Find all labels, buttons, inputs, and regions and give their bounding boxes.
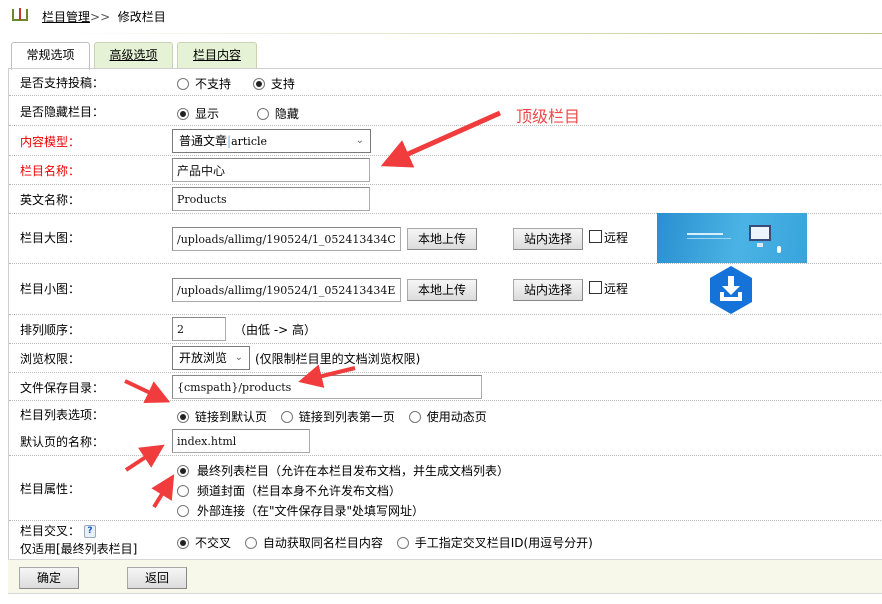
sort-order-hint: （由低 -> 高） [234, 323, 317, 337]
row-content-model: 内容模型： 普通文章|article ⌄ [9, 127, 882, 156]
default-page-input[interactable] [172, 429, 310, 453]
radio-hidden-hide[interactable]: 隐藏 [256, 105, 299, 122]
column-attr-label: 栏目属性： [20, 482, 81, 496]
list-option-label: 栏目列表选项： [20, 408, 105, 422]
large-image-remote-label: 远程 [604, 231, 629, 245]
browse-permission-select[interactable]: 开放浏览 ⌄ [172, 346, 250, 370]
sort-order-label: 排列顺序： [20, 323, 81, 337]
form-panel: 是否支持投稿： 不支持 支持 是否隐藏栏目： 显示 隐藏 内容模型： 普通文章|… [8, 68, 882, 594]
large-image-upload-button[interactable]: 本地上传 [407, 228, 477, 250]
header-divider [62, 33, 882, 34]
row-allow-submit: 是否支持投稿： 不支持 支持 [9, 69, 882, 96]
chevron-down-icon: ⌄ [234, 352, 243, 363]
large-image-preview [657, 213, 807, 263]
book-icon [12, 8, 28, 21]
browse-permission-label: 浏览权限： [20, 352, 81, 366]
small-image-remote-label: 远程 [604, 282, 629, 296]
column-name-label: 栏目名称： [20, 164, 81, 178]
form-footer: 确定 返回 [8, 559, 882, 594]
radio-allow-submit-yes[interactable]: 支持 [252, 75, 295, 92]
radio-allow-submit-no[interactable]: 不支持 [177, 75, 231, 92]
breadcrumb-separator: >> [90, 10, 111, 24]
english-name-input[interactable] [172, 187, 370, 211]
row-list-option: 栏目列表选项： 链接到默认页 链接到列表第一页 使用动态页 [9, 402, 882, 428]
content-model-label: 内容模型： [20, 135, 81, 149]
large-image-label: 栏目大图： [20, 231, 81, 245]
help-icon[interactable]: ? [84, 525, 97, 538]
row-browse-permission: 浏览权限： 开放浏览 ⌄ (仅限制栏目里的文档浏览权限) [9, 345, 882, 373]
breadcrumb: 栏目管理>> 修改栏目 [42, 10, 166, 24]
download-icon [710, 266, 752, 314]
browse-permission-hint: (仅限制栏目里的文档浏览权限) [255, 352, 421, 366]
cross-label: 栏目交叉：? [20, 524, 97, 538]
radio-hidden-show[interactable]: 显示 [177, 105, 219, 122]
radio-cross-none[interactable]: 不交叉 [177, 534, 231, 551]
sort-order-input[interactable] [172, 317, 226, 341]
breadcrumb-link-column-manage[interactable]: 栏目管理 [42, 10, 90, 24]
annotation-top-level-column: 顶级栏目 [516, 107, 581, 126]
large-image-select-button[interactable]: 站内选择 [513, 228, 583, 250]
breadcrumb-current: 修改栏目 [117, 10, 166, 24]
row-default-page: 默认页的名称： [9, 428, 882, 456]
large-image-path-input[interactable] [172, 227, 401, 251]
radio-list-dynamic-page[interactable]: 使用动态页 [408, 408, 487, 425]
save-dir-input[interactable] [172, 375, 482, 399]
row-save-dir: 文件保存目录： [9, 374, 882, 401]
chevron-down-icon: ⌄ [355, 135, 364, 146]
row-cross: 栏目交叉：? 仅适用[最终列表栏目] 不交叉 自动获取同名栏目内容 手工指定交叉… [9, 522, 882, 560]
small-image-upload-button[interactable]: 本地上传 [407, 279, 477, 301]
tab-advanced[interactable]: 高级选项 [94, 42, 173, 69]
row-sort-order: 排列顺序： （由低 -> 高） [9, 316, 882, 344]
radio-attr-channel-cover[interactable]: 频道封面（栏目本身不允许发布文档） [177, 481, 509, 501]
content-model-select[interactable]: 普通文章|article ⌄ [172, 129, 371, 153]
save-dir-label: 文件保存目录： [20, 381, 105, 395]
radio-attr-external-link[interactable]: 外部连接（在"文件保存目录"处填写网址） [177, 501, 509, 521]
cross-sublabel: 仅适用[最终列表栏目] [20, 542, 138, 556]
row-english-name: 英文名称： [9, 186, 882, 214]
small-image-select-button[interactable]: 站内选择 [513, 279, 583, 301]
tab-column-content[interactable]: 栏目内容 [177, 42, 257, 69]
hidden-label: 是否隐藏栏目： [20, 105, 105, 119]
radio-cross-auto[interactable]: 自动获取同名栏目内容 [244, 534, 383, 551]
small-image-label: 栏目小图： [20, 282, 81, 296]
radio-attr-final-list[interactable]: 最终列表栏目（允许在本栏目发布文档，并生成文档列表） [177, 461, 509, 481]
radio-list-first-page[interactable]: 链接到列表第一页 [280, 408, 395, 425]
confirm-button[interactable]: 确定 [19, 567, 79, 589]
large-image-remote-checkbox[interactable] [589, 230, 602, 243]
default-page-label: 默认页的名称： [20, 435, 105, 449]
allow-submit-label: 是否支持投稿： [20, 76, 105, 90]
top-bar: 栏目管理>> 修改栏目 [0, 0, 882, 34]
english-name-label: 英文名称： [20, 193, 81, 207]
radio-cross-manual[interactable]: 手工指定交叉栏目ID(用逗号分开) [396, 534, 593, 551]
small-image-path-input[interactable] [172, 278, 401, 302]
row-hidden: 是否隐藏栏目： 显示 隐藏 [9, 97, 882, 126]
back-button[interactable]: 返回 [127, 567, 187, 589]
row-column-attr: 栏目属性： 最终列表栏目（允许在本栏目发布文档，并生成文档列表） 频道封面（栏目… [9, 457, 882, 521]
column-name-input[interactable] [172, 158, 370, 182]
radio-list-default-page[interactable]: 链接到默认页 [177, 408, 267, 425]
small-image-remote-checkbox[interactable] [589, 281, 602, 294]
row-column-name: 栏目名称： [9, 157, 882, 185]
tab-general[interactable]: 常规选项 [11, 42, 90, 70]
